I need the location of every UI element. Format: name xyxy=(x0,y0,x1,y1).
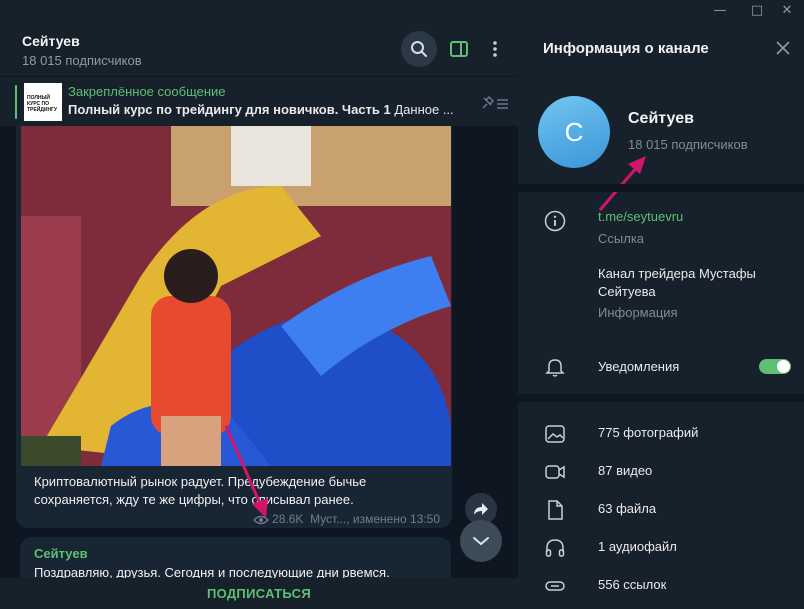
more-vertical-icon xyxy=(493,41,497,57)
message-text: Криптовалютный рынок радует. Предубежден… xyxy=(34,474,367,507)
view-count: 28.6K xyxy=(272,512,304,526)
media-row-videos[interactable]: 87 видео xyxy=(518,452,804,490)
channel-link[interactable]: t.me/seytuevru xyxy=(598,209,683,224)
photo-icon xyxy=(545,425,565,443)
media-row-files[interactable]: 63 файла xyxy=(518,490,804,528)
link-icon xyxy=(545,581,565,591)
eye-icon xyxy=(253,515,269,524)
scroll-down-button[interactable] xyxy=(460,520,502,562)
search-icon xyxy=(411,41,427,57)
video-icon xyxy=(545,465,565,479)
channel-description-label: Информация xyxy=(598,305,678,320)
media-row-links[interactable]: 556 ссылок xyxy=(518,566,804,604)
more-options-button[interactable] xyxy=(477,31,513,67)
window-close-button[interactable]: ✕ xyxy=(779,3,795,19)
video-frame-image xyxy=(21,126,451,466)
pinned-indicator xyxy=(15,85,17,119)
file-icon xyxy=(548,500,563,520)
forward-icon xyxy=(474,503,488,515)
notifications-label: Уведомления xyxy=(598,359,680,374)
notifications-toggle[interactable] xyxy=(759,359,791,374)
subscribe-button[interactable]: ПОДПИСАТЬСЯ xyxy=(207,586,311,601)
channel-info-panel: Информация о канале С Сейтуев 18 015 под… xyxy=(518,22,804,609)
edited-time: изменено 13:50 xyxy=(352,512,440,526)
pinned-message-bar[interactable]: ПОЛНЫЙ КУРС ПО ТРЕЙДИНГУ Закреплённое со… xyxy=(0,76,518,126)
chat-title[interactable]: Сейтуев xyxy=(22,33,80,49)
media-count-videos: 87 видео xyxy=(598,463,653,478)
chat-header: Сейтуев 18 015 подписчиков xyxy=(0,22,518,76)
chat-subscriber-count: 18 015 подписчиков xyxy=(22,53,142,68)
annotation-arrow xyxy=(598,156,646,211)
media-count-files: 63 файла xyxy=(598,501,657,516)
section-divider xyxy=(518,394,804,402)
channel-link-label: Ссылка xyxy=(598,231,645,246)
info-icon xyxy=(544,210,566,232)
sidebar-toggle-icon xyxy=(450,41,468,57)
avatar-letter: С xyxy=(564,116,584,147)
media-count-links: 556 ссылок xyxy=(598,577,667,592)
channel-subscriber-count: 18 015 подписчиков xyxy=(628,137,748,152)
avatar[interactable]: С xyxy=(538,96,610,168)
subscribe-bar: ПОДПИСАТЬСЯ xyxy=(0,578,518,609)
search-button[interactable] xyxy=(401,31,437,67)
message-bubble[interactable]: Криптовалютный рынок радует. Предубежден… xyxy=(16,126,452,528)
message-author[interactable]: Сейтуев xyxy=(34,546,88,561)
media-row-audio[interactable]: 1 аудиофайл xyxy=(518,528,804,566)
maximize-button[interactable]: □ xyxy=(749,3,765,19)
unpin-icon[interactable] xyxy=(480,95,510,111)
channel-description: Канал трейдера Мустафы Сейтуева xyxy=(598,266,756,299)
minimize-button[interactable]: — xyxy=(712,3,728,19)
pinned-excerpt: Данное ... xyxy=(394,102,454,117)
media-count-photos: 775 фотографий xyxy=(598,425,699,440)
pinned-title: Полный курс по трейдингу для новичков. Ч… xyxy=(68,102,391,117)
chat-pane: Сейтуев 18 015 подписчиков ПОЛНЫЙ КУРС П… xyxy=(0,22,518,609)
section-divider xyxy=(518,184,804,192)
video-thumbnail[interactable] xyxy=(21,126,451,466)
chevron-down-icon xyxy=(473,537,489,546)
pinned-label: Закреплённое сообщение xyxy=(68,84,226,99)
close-icon[interactable] xyxy=(774,39,792,57)
headphones-icon xyxy=(545,539,565,557)
media-row-photos[interactable]: 775 фотографий xyxy=(518,414,804,452)
message-author: Муст... xyxy=(310,512,347,526)
message-meta: 28.6K Муст..., изменено 13:50 xyxy=(253,512,440,526)
bell-icon xyxy=(545,359,565,377)
window-titlebar: — □ ✕ xyxy=(0,0,804,22)
toggle-knob xyxy=(777,360,790,373)
toggle-info-panel-button[interactable] xyxy=(441,31,477,67)
pinned-thumbnail: ПОЛНЫЙ КУРС ПО ТРЕЙДИНГУ xyxy=(24,83,62,121)
info-panel-title: Информация о канале xyxy=(543,40,709,57)
channel-name: Сейтуев xyxy=(628,110,694,127)
pinned-preview: Полный курс по трейдингу для новичков. Ч… xyxy=(68,102,458,117)
media-count-audio: 1 аудиофайл xyxy=(598,539,677,554)
